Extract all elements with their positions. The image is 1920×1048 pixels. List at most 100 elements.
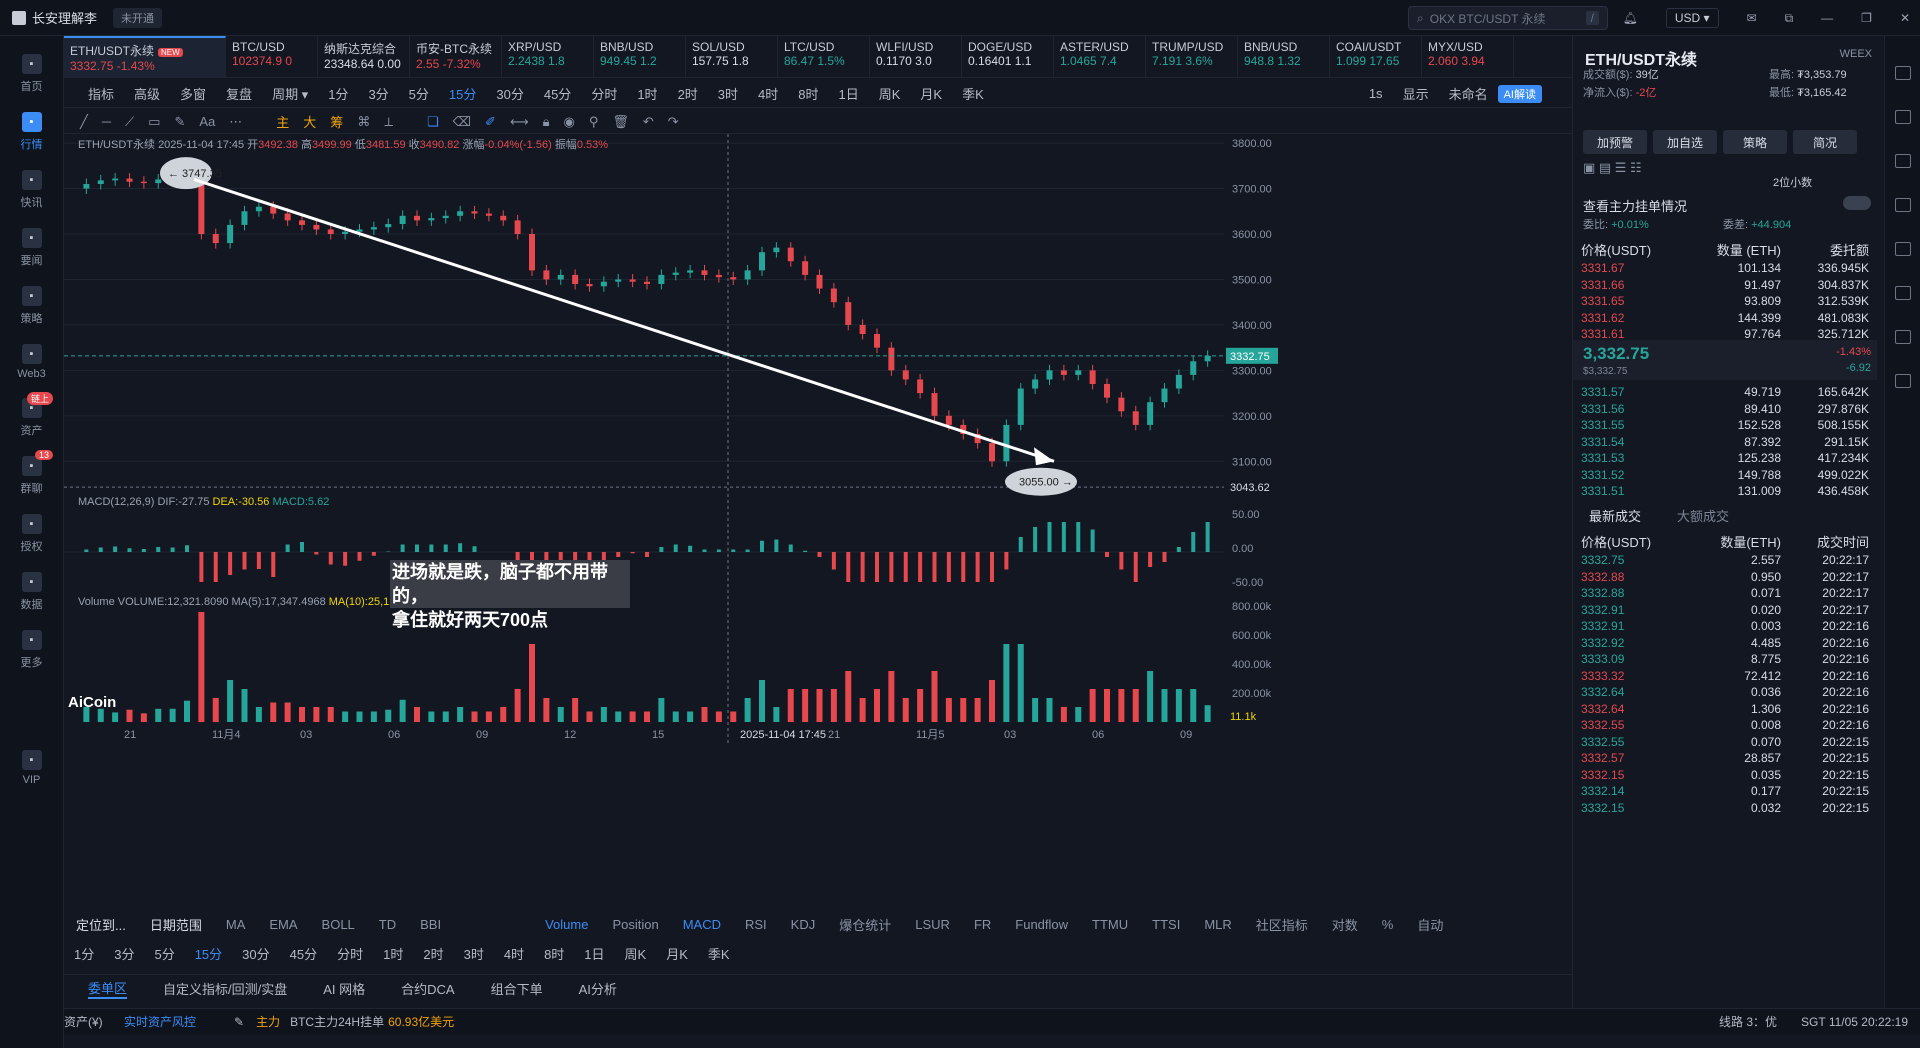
price-chart[interactable]: 3800.00 3700.00 3600.00 3500.00 3400.00 3300.… [64,134,1572,894]
sidebar-item[interactable]: ▪ 群聊 13 [0,450,63,496]
undo-icon[interactable]: ↶ [643,114,654,130]
trendline-icon[interactable]: ╱ [80,114,88,130]
tf2-4时[interactable]: 4时 [494,944,534,963]
text-icon[interactable]: Aa [199,114,215,129]
hline-icon[interactable]: ─ [102,114,111,129]
timeframe-月K[interactable]: 月K [910,84,952,103]
currency-select[interactable]: USD ▾ [1665,8,1719,28]
account-badge[interactable]: 未开通 [113,7,163,28]
timeframe-3时[interactable]: 3时 [708,84,748,103]
tf2-45分[interactable]: 45分 [280,944,327,963]
tf2-2时[interactable]: 2时 [413,944,453,963]
decimals-select[interactable]: 2位小数 [1773,174,1812,190]
ind-LSUR[interactable]: LSUR [903,917,962,932]
panel-icon-3[interactable] [1894,154,1911,168]
tf2-1时[interactable]: 1时 [373,944,413,963]
lock-icon[interactable]: 🔒︎ [543,114,550,130]
ind-RSI[interactable]: RSI [733,917,779,932]
ind-TD[interactable]: TD [367,917,408,932]
toolbar-item[interactable]: 高级 [124,84,170,103]
measure-icon[interactable]: ⟂ [384,114,393,130]
ticker-tab[interactable]: LTC/USD 86.47 1.5% [778,36,870,77]
ind-Position[interactable]: Position [600,917,670,932]
eye-icon[interactable]: ◉ [564,114,575,130]
ind-FR[interactable]: FR [962,917,1003,932]
ticker-tab[interactable]: COAI/USDT 1.099 17.65 [1330,36,1422,77]
toolbar-right-1[interactable]: 显示 [1393,84,1439,103]
main-orders-link[interactable]: 查看主力挂单情况 [1583,196,1687,215]
rect-icon[interactable]: ▭ [148,114,160,130]
main-orders-toggle[interactable] [1843,196,1871,210]
status-asset[interactable]: 资产(¥) [64,1013,124,1030]
panel-icon-4[interactable] [1894,198,1911,212]
chart-annotation[interactable]: 进场就是跌，脑子都不用带的， 拿住就好两天700点 [390,560,630,630]
ind-TTSI[interactable]: TTSI [1140,917,1192,932]
timeframe-5分[interactable]: 5分 [399,84,439,103]
ind-对数[interactable]: 对数 [1320,915,1370,934]
bottom-tab-0[interactable]: 委单区 [88,978,128,999]
sidebar-item[interactable]: ▪ 快讯 [0,170,63,210]
ind-%[interactable]: % [1370,917,1406,932]
ticker-tab[interactable]: DOGE/USD 0.16401 1.1 [962,36,1054,77]
bottom-tab-3[interactable]: 合约DCA [401,979,454,998]
ob-row[interactable]: 3331.51 131.009 436.458K [1573,481,1877,501]
timeframe-1时[interactable]: 1时 [627,84,667,103]
toolbar-item[interactable]: 复盘 [216,84,262,103]
ticker-tab[interactable]: XRP/USD 2.2438 1.8 [502,36,594,77]
timeframe-2时[interactable]: 2时 [668,84,708,103]
ind-left-1[interactable]: 日期范围 [138,915,214,934]
tf2-8时[interactable]: 8时 [534,944,574,963]
ind-爆仓统计[interactable]: 爆仓统计 [827,915,903,934]
timeframe-1日[interactable]: 1日 [829,84,869,103]
redo-icon[interactable]: ↷ [668,114,679,130]
more-tools-icon[interactable]: ⋯ [229,114,242,130]
panel-icon-7[interactable] [1894,330,1911,344]
ind-MA[interactable]: MA [214,917,258,932]
tf2-月K[interactable]: 月K [656,944,698,963]
sidebar-item[interactable]: ▪ 首页 [0,54,63,94]
ticker-tab[interactable]: WLFI/USD 0.1170 3.0 [870,36,962,77]
mail-icon[interactable]: ✉︎ [1747,11,1757,25]
search-input[interactable]: ⌕ OKX BTC/USDT 永续 / [1408,6,1608,30]
sidebar-item[interactable]: ▪ 数据 [0,572,63,612]
tf2-3时[interactable]: 3时 [454,944,494,963]
timeframe-分时[interactable]: 分时 [581,84,627,103]
panel-icon-5[interactable] [1894,242,1911,256]
sidebar-item[interactable]: ▪ 要闻 [0,228,63,268]
timeframe-8时[interactable]: 8时 [788,84,828,103]
tf2-1日[interactable]: 1日 [574,944,614,963]
timeframe-15分[interactable]: 15分 [439,84,486,103]
sidebar-item[interactable]: ▪ 资产 链上 [0,392,63,438]
popout-icon[interactable]: ⧉ [1785,11,1794,26]
panel-icon-2[interactable] [1894,110,1911,124]
sidebar-item[interactable]: ▪ 策略 [0,286,63,326]
ind-Fundflow[interactable]: Fundflow [1003,917,1080,932]
tf2-分时[interactable]: 分时 [327,944,373,963]
timeframe-30分[interactable]: 30分 [486,84,533,103]
sidebar-item[interactable]: ▪ 行情 [0,112,63,152]
sidebar-item[interactable]: ▪ Web3 [0,344,63,380]
minimize-icon[interactable]: — [1821,11,1833,25]
ind-TTMU[interactable]: TTMU [1080,917,1140,932]
pen-active-icon[interactable]: ✐ [485,114,496,130]
ray-icon[interactable]: ⟋ [125,114,134,130]
overview-button[interactable]: 简况 [1793,130,1857,154]
bell-icon[interactable]: 🔔︎ [1623,11,1638,25]
ob-layout-icons[interactable]: ▣ ▤ ☰ ☷ [1583,160,1642,176]
bottom-tab-2[interactable]: AI 网格 [323,979,365,998]
add-alert-button[interactable]: 加预警 [1583,130,1647,154]
toolbar-item[interactable]: 指标 [78,84,124,103]
ob-col-total[interactable]: 委托额 [1781,240,1869,259]
tf2-1分[interactable]: 1分 [64,944,104,963]
sidebar-item[interactable]: ▪ 授权 [0,514,63,554]
maximize-icon[interactable]: ❐ [1861,11,1872,25]
ticker-tab[interactable]: MYX/USD 2.060 3.94 [1422,36,1514,77]
brush-icon[interactable]: ✎ [174,114,185,130]
add-watchlist-button[interactable]: 加自选 [1653,130,1717,154]
copy-icon[interactable]: ❏ [427,114,439,130]
draw-tool-big[interactable]: 大 [303,112,316,131]
bottom-tab-4[interactable]: 组合下单 [491,979,543,998]
toolbar-right-0[interactable]: 1s [1359,86,1393,101]
sidebar-item[interactable]: ▪ 更多 [0,630,63,670]
sidebar-item[interactable]: ▪ VIP [0,750,63,786]
